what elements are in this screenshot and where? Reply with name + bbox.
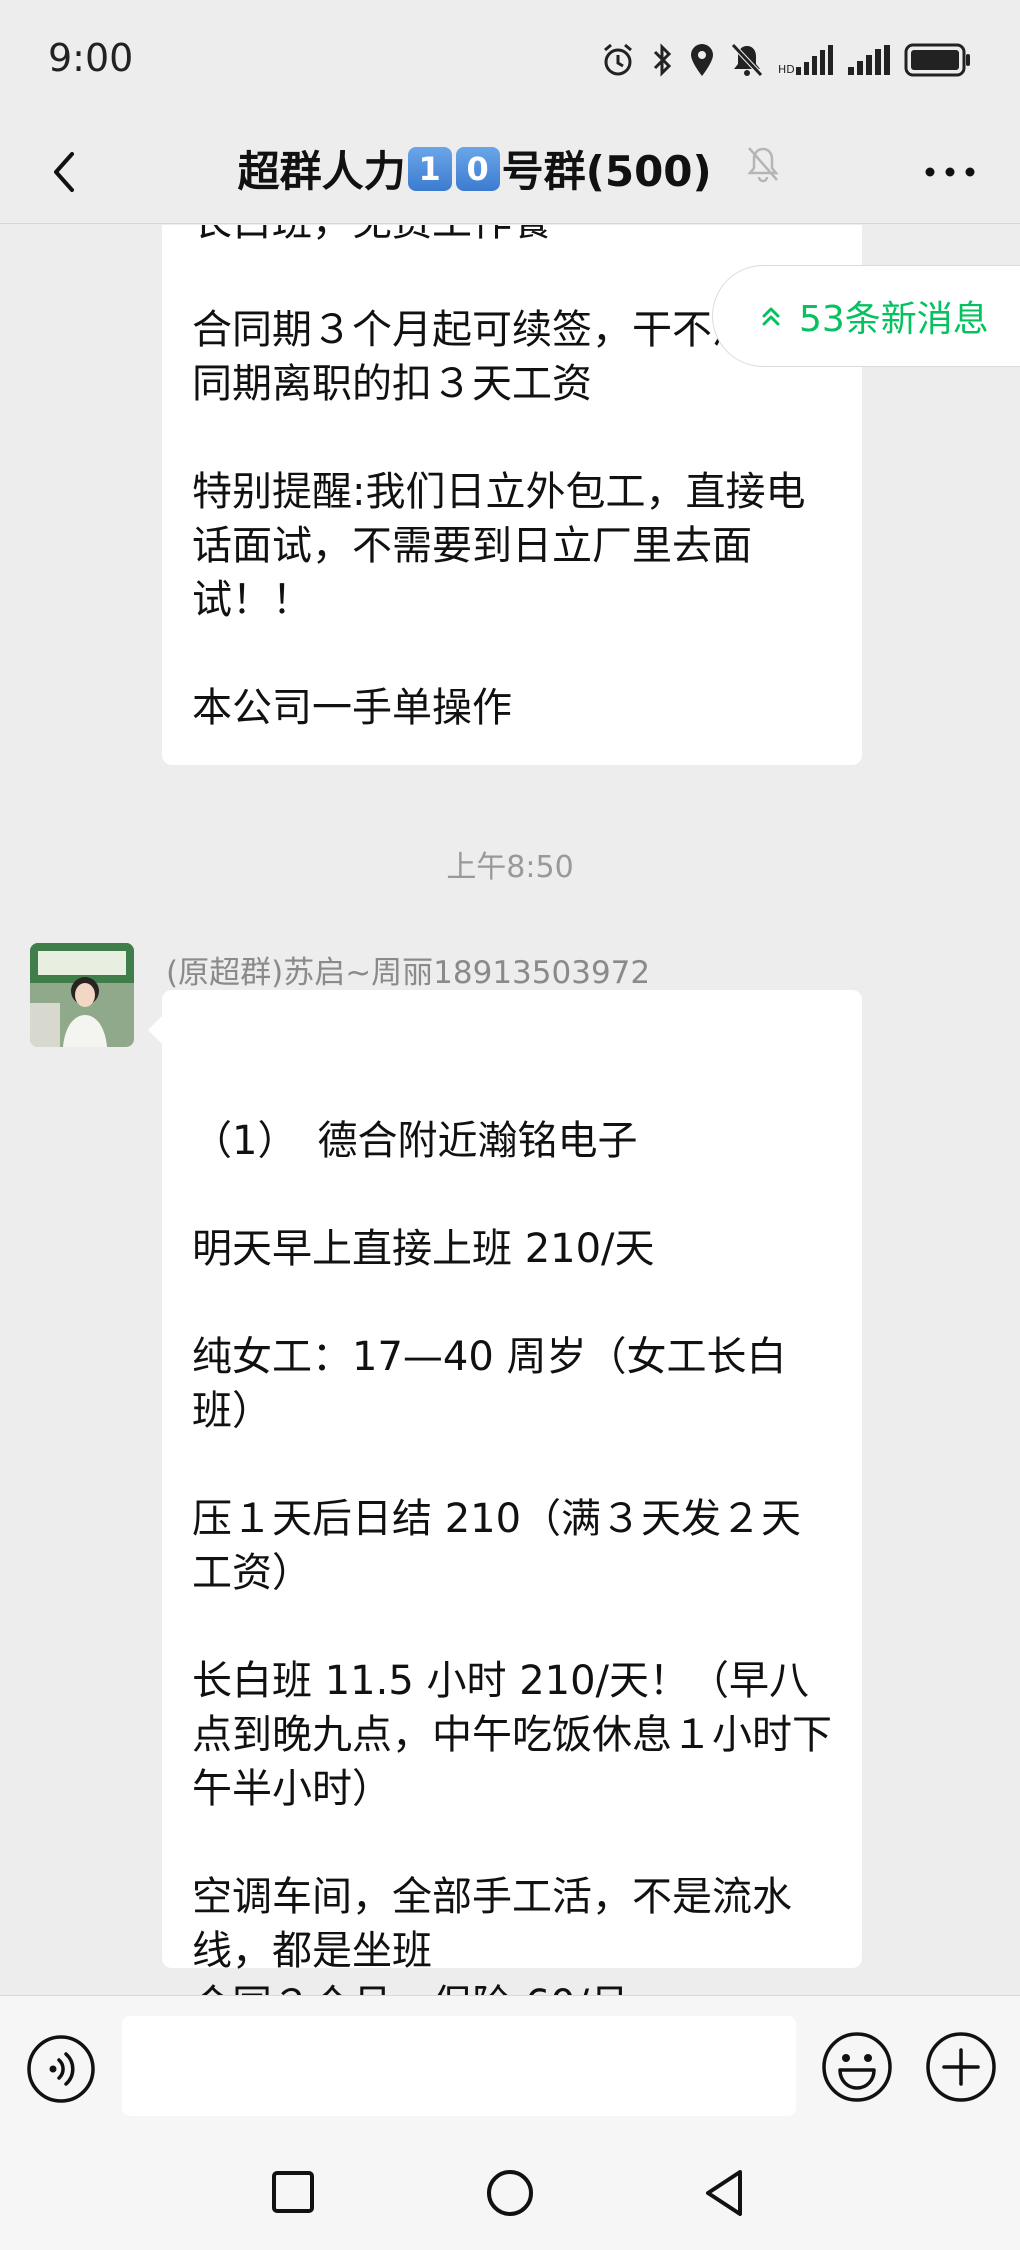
status-time: 9:00 — [48, 36, 134, 80]
chat-title: 超群人力 1 0 号群(500) — [0, 138, 1020, 199]
sender-name: (原超群)苏启~周丽18913503972 — [166, 955, 651, 991]
emoji-button[interactable] — [820, 2030, 894, 2108]
more-functions-button[interactable] — [924, 2030, 998, 2108]
plus-circle-icon — [926, 2032, 996, 2102]
status-icons: HD — [600, 40, 972, 80]
nav-back-button[interactable] — [700, 2167, 750, 2223]
message-bubble-main[interactable]: （1） 德合附近瀚铭电子 明天早上直接上班 210/天 纯女工：17—40 周岁… — [148, 990, 862, 1995]
chat-title-prefix: 超群人力 — [237, 147, 406, 196]
new-messages-button[interactable]: 53条新消息 — [712, 265, 1020, 367]
location-icon — [691, 44, 713, 76]
svg-text:HD: HD — [778, 63, 795, 75]
mute-bell-icon — [731, 43, 763, 77]
voice-button[interactable] — [26, 2034, 96, 2108]
emoji-icon — [822, 2032, 892, 2102]
more-dots-icon — [925, 167, 975, 177]
chat-title-suffix: 号群(500) — [501, 147, 712, 196]
triangle-back-icon — [706, 2170, 742, 2216]
more-button[interactable] — [920, 150, 980, 194]
bluetooth-icon — [653, 43, 672, 77]
bell-off-icon — [744, 144, 782, 194]
battery-icon — [904, 43, 970, 77]
chat-messages[interactable]: 长白班，免费工作餐 合同期３个月起可续签，干不满合 同期离职的扣３天工资 特别提… — [0, 225, 1020, 1995]
input-bar — [0, 1995, 1020, 2143]
status-bar: 9:00 HD — [0, 0, 1020, 120]
message-text: （1） 德合附近瀚铭电子 明天早上直接上班 210/天 纯女工：17—40 周岁… — [192, 1118, 832, 1995]
recents-button[interactable] — [268, 2167, 318, 2221]
signal-icon: HD — [778, 45, 833, 75]
alarm-icon — [604, 43, 632, 76]
voice-icon — [27, 2035, 95, 2103]
avatar[interactable] — [30, 943, 134, 1047]
double-chevron-up-icon — [762, 307, 780, 326]
message-input[interactable] — [122, 2016, 796, 2116]
circle-icon — [487, 2170, 533, 2216]
new-messages-label: 53条新消息 — [799, 299, 989, 340]
square-icon — [272, 2171, 314, 2213]
keycap-digit-one: 1 — [407, 146, 452, 191]
time-divider: 上午8:50 — [446, 850, 574, 885]
keycap-digit-zero: 0 — [455, 146, 500, 191]
home-button[interactable] — [484, 2167, 536, 2223]
chat-header: 超群人力 1 0 号群(500) — [0, 120, 1020, 224]
system-nav-bar — [0, 2143, 1020, 2250]
signal-icon-2 — [848, 45, 890, 75]
